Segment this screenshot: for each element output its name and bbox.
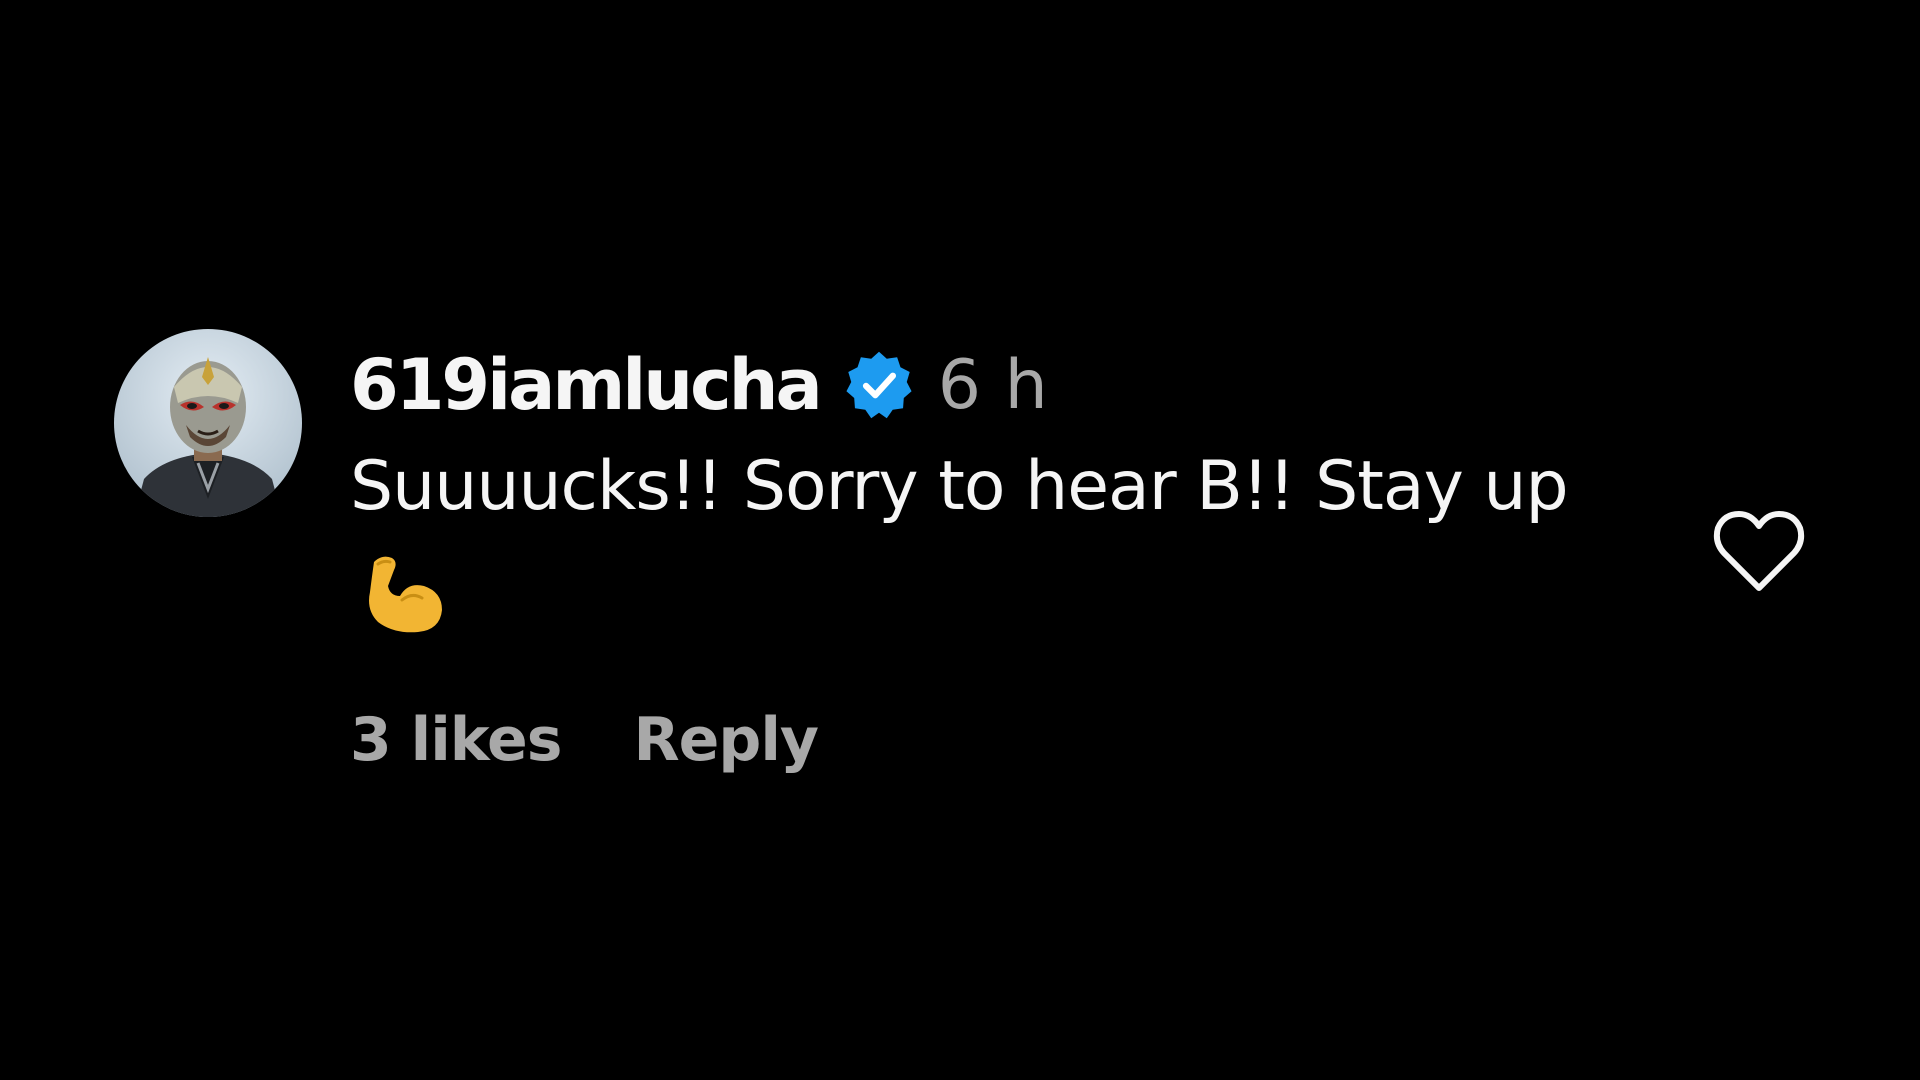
verified-badge-icon <box>842 348 916 422</box>
avatar[interactable] <box>114 329 302 517</box>
likes-count[interactable]: 3 likes <box>350 705 562 775</box>
flexed-biceps-emoji-icon <box>360 552 450 638</box>
comment-text: Suuuucks!! Sorry to hear B!! Stay up <box>350 447 1569 526</box>
comment-header: 619iamlucha 6 h <box>350 340 1049 430</box>
username[interactable]: 619iamlucha <box>350 344 823 426</box>
comment: 619iamlucha 6 h Suuuucks!! Sorry to hear… <box>0 0 1920 1080</box>
timestamp: 6 h <box>937 345 1049 425</box>
comment-actions: 3 likes Reply <box>350 705 819 775</box>
avatar-image <box>114 329 302 517</box>
reply-button[interactable]: Reply <box>633 705 819 775</box>
heart-outline-icon[interactable] <box>1712 508 1806 596</box>
